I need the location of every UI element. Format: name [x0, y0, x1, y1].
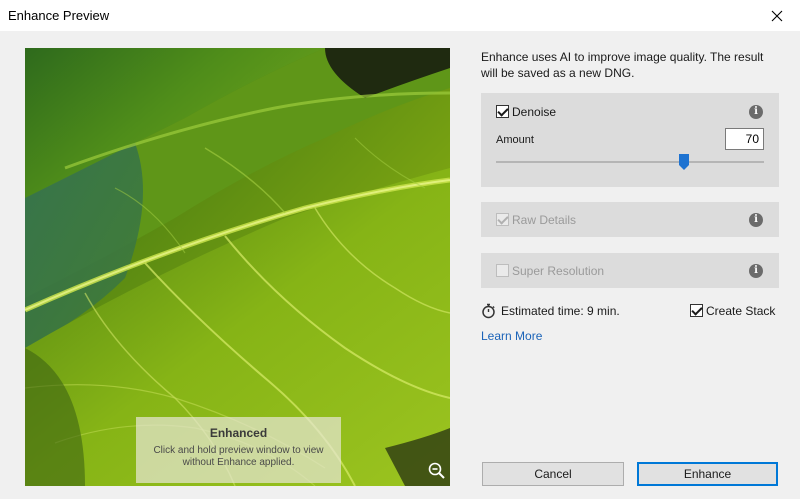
enhance-description: Enhance uses AI to improve image quality… [481, 50, 764, 80]
info-icon[interactable]: i [749, 264, 763, 278]
raw-details-card: Raw Details i [481, 202, 779, 237]
info-icon[interactable]: i [749, 105, 763, 119]
enhance-preview-dialog: Enhance Preview Enhanced Click and hold … [0, 0, 800, 499]
raw-details-checkbox [496, 213, 509, 226]
stopwatch-icon [482, 303, 495, 319]
overlay-title: Enhanced [209, 426, 268, 440]
estimated-time-text: Estimated time: 9 min. [501, 304, 620, 318]
overlay-hint: Click and hold preview window to view wi… [153, 445, 324, 468]
close-button[interactable] [754, 0, 800, 31]
denoise-card: Denoise i Amount [481, 93, 779, 187]
raw-details-label: Raw Details [512, 213, 577, 227]
super-resolution-checkbox [496, 264, 509, 277]
preview-window[interactable]: Enhanced Click and hold preview window t… [25, 48, 450, 486]
create-stack-label[interactable]: Create Stack [706, 304, 775, 318]
title-bar: Enhance Preview [0, 0, 800, 31]
denoise-label: Denoise [512, 105, 557, 119]
learn-more-link[interactable]: Learn More [481, 329, 542, 343]
amount-slider-track[interactable] [496, 161, 764, 163]
cancel-button[interactable]: Cancel [482, 462, 624, 486]
zoom-out-icon[interactable] [427, 461, 447, 481]
enhance-button[interactable]: Enhance [637, 462, 778, 486]
create-stack-checkbox[interactable] [690, 304, 703, 317]
enhanced-overlay: Enhanced Click and hold preview window t… [136, 417, 341, 483]
amount-slider-thumb[interactable] [678, 154, 689, 170]
super-resolution-card: Super Resolution i [481, 253, 779, 288]
amount-input[interactable] [725, 128, 764, 150]
info-icon[interactable]: i [749, 213, 763, 227]
window-title: Enhance Preview [8, 8, 110, 23]
super-resolution-label: Super Resolution [512, 264, 605, 278]
amount-label: Amount [496, 134, 534, 146]
denoise-checkbox[interactable] [496, 105, 509, 118]
close-icon [771, 10, 783, 21]
